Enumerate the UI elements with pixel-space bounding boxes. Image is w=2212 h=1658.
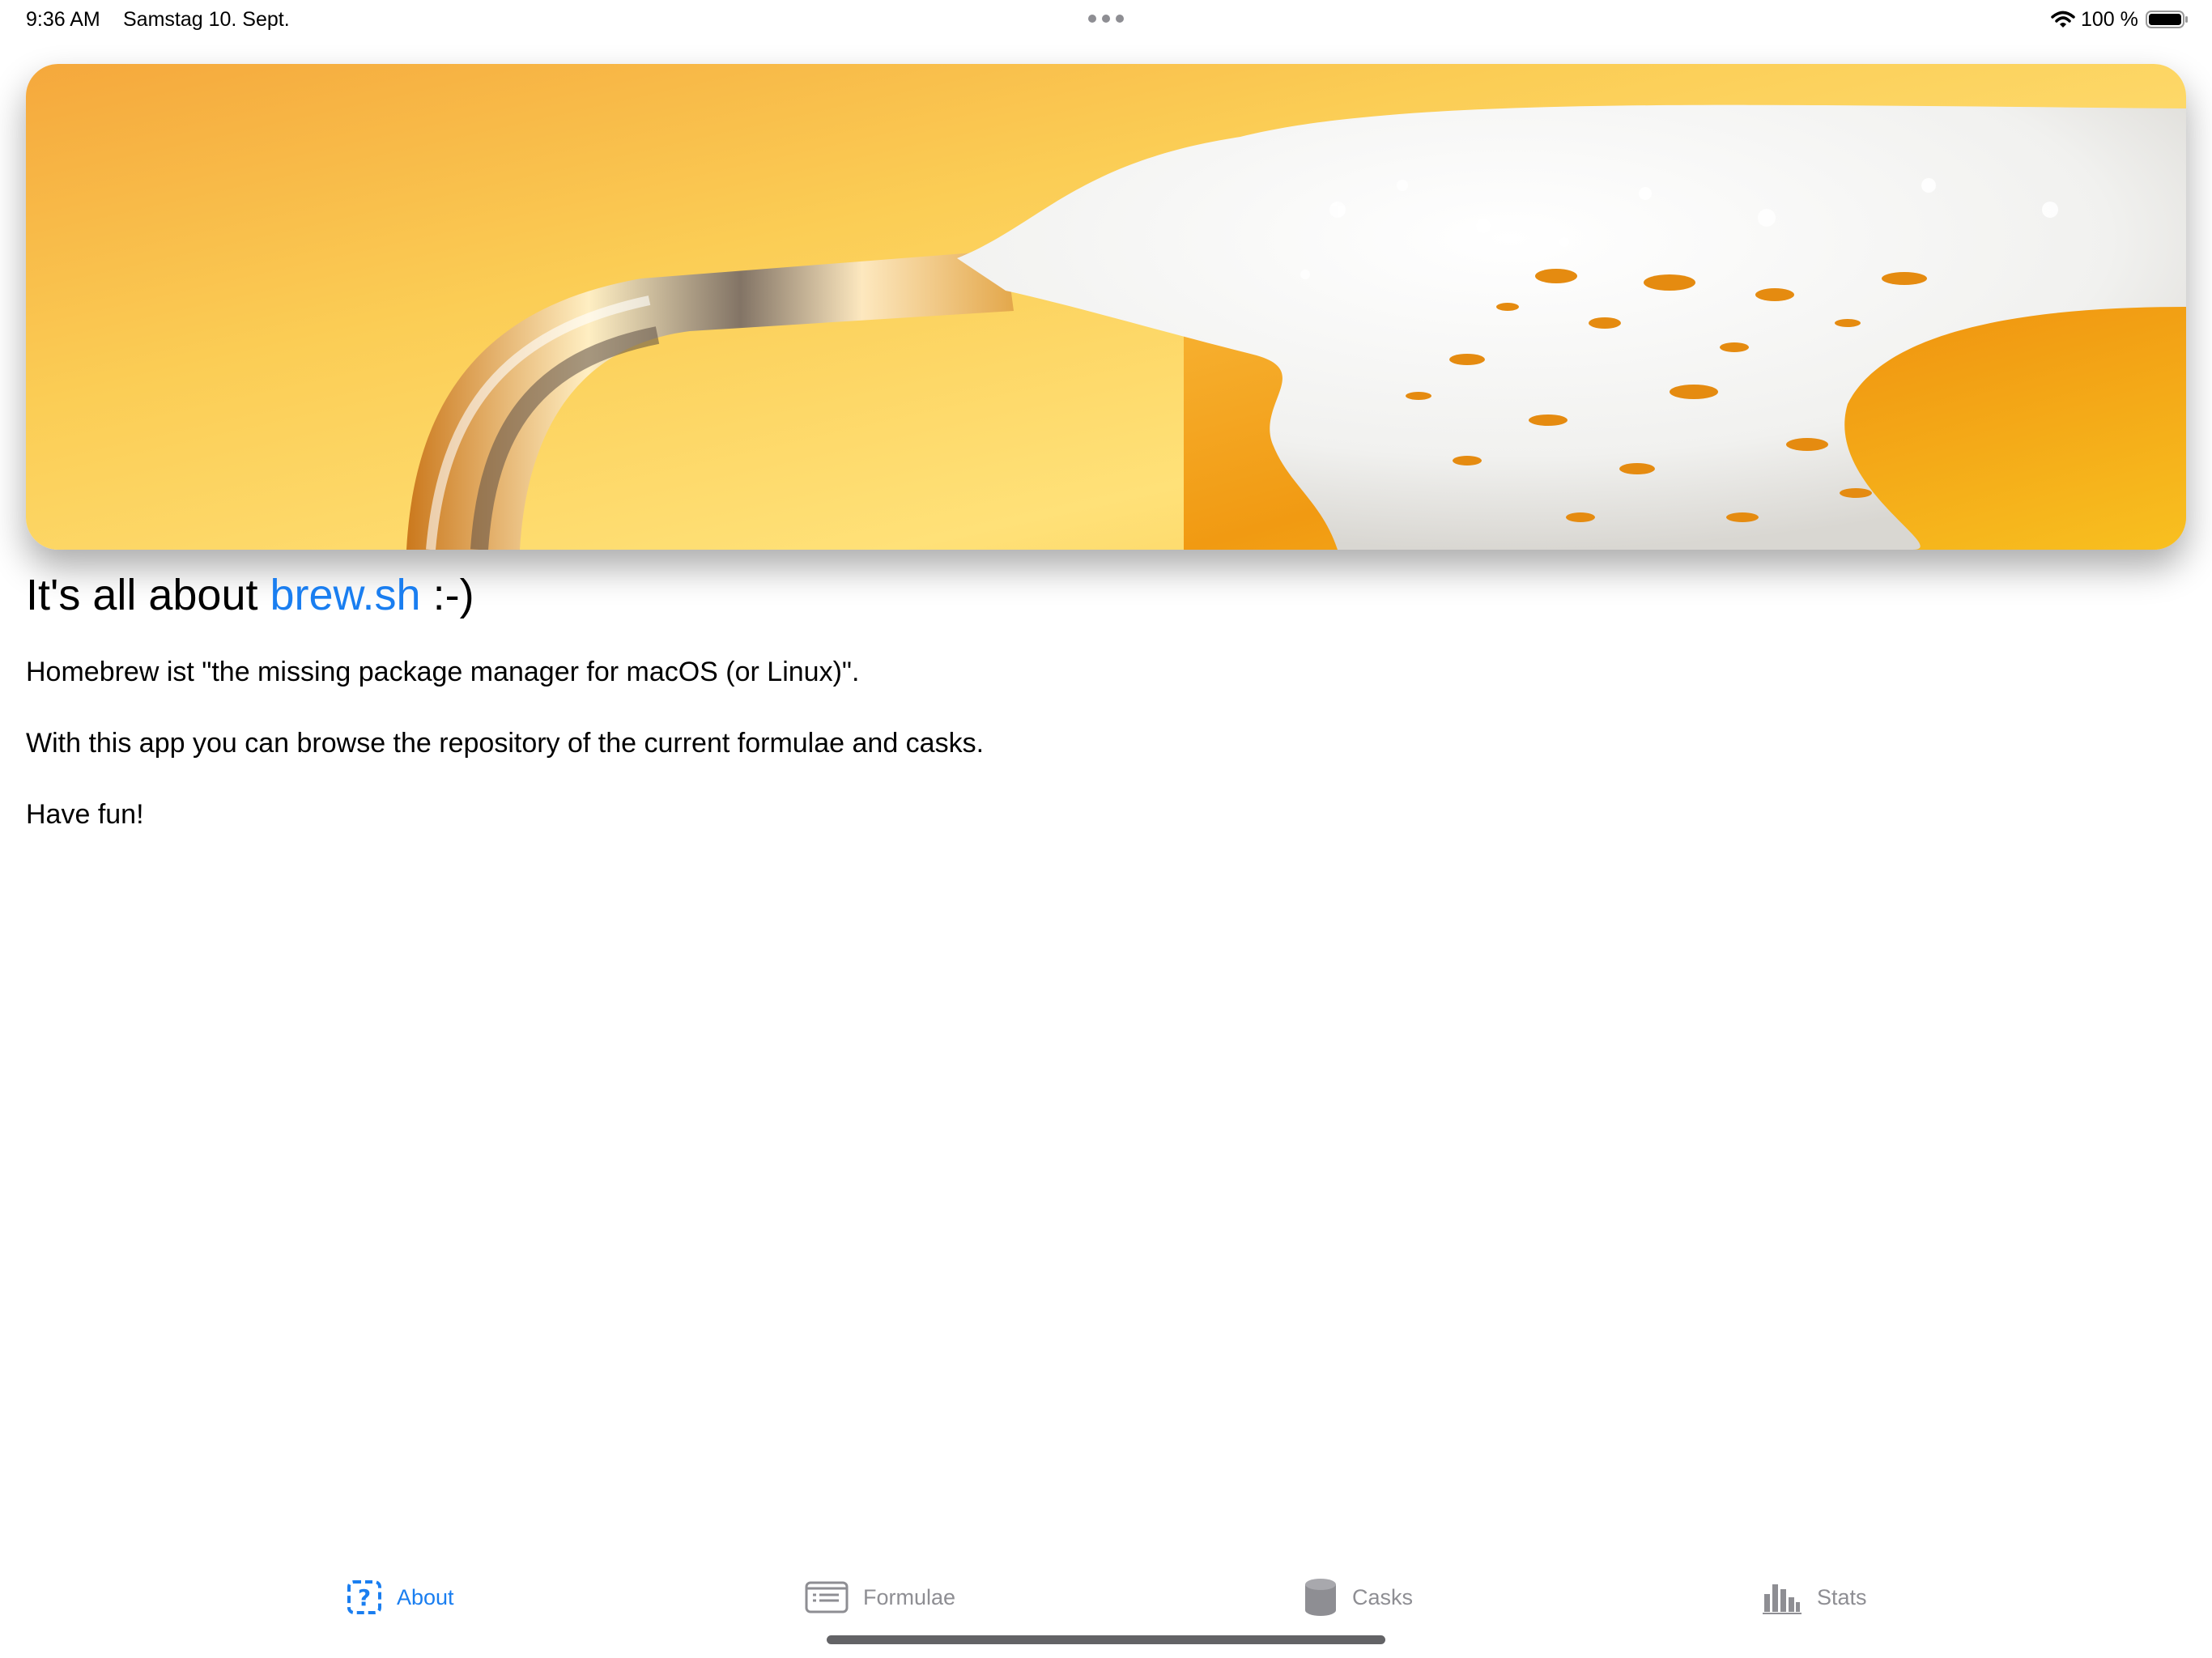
tab-stats[interactable]: Stats	[1762, 1575, 1867, 1619]
tab-about[interactable]: ? About	[347, 1575, 454, 1619]
tab-formulae-label: Formulae	[863, 1584, 956, 1609]
wifi-icon	[2051, 11, 2075, 28]
bar-chart-icon	[1763, 1584, 1802, 1614]
hero-image	[26, 64, 2186, 550]
intro-paragraph: Homebrew ist "the missing package manage…	[26, 657, 860, 687]
tab-stats-label: Stats	[1817, 1584, 1867, 1609]
description-paragraph: With this app you can browse the reposit…	[26, 728, 985, 759]
list-window-icon	[805, 1581, 849, 1613]
status-date: Samstag 10. Sept.	[123, 8, 290, 31]
brew-sh-link[interactable]: brew.sh	[270, 571, 420, 619]
questionmark-dashed-square-icon: ?	[347, 1580, 381, 1614]
closing-paragraph: Have fun!	[26, 799, 144, 830]
cylinder-icon	[1305, 1579, 1336, 1616]
tab-formulae[interactable]: Formulae	[805, 1575, 955, 1619]
svg-text:?: ?	[358, 1584, 371, 1611]
tab-casks-label: Casks	[1352, 1584, 1414, 1609]
multitasking-dots-icon[interactable]	[1088, 15, 1124, 24]
tab-bar: ? About Formulae Casks Stats	[0, 1554, 2212, 1635]
status-bar: 9:36 AM Samstag 10. Sept. 100 %	[0, 0, 2212, 39]
tab-casks[interactable]: Casks	[1304, 1575, 1413, 1619]
status-time: 9:36 AM	[26, 8, 100, 31]
about-headline: It's all about brew.sh :-)	[26, 567, 474, 623]
battery-full-icon	[2146, 11, 2188, 28]
headline-text: It's all about	[26, 571, 270, 619]
headline-smiley: :-)	[420, 571, 474, 619]
home-indicator[interactable]	[827, 1635, 1385, 1644]
beer-mug-photo	[26, 64, 2186, 550]
battery-percentage: 100 %	[2081, 8, 2138, 31]
tab-about-label: About	[397, 1584, 454, 1609]
